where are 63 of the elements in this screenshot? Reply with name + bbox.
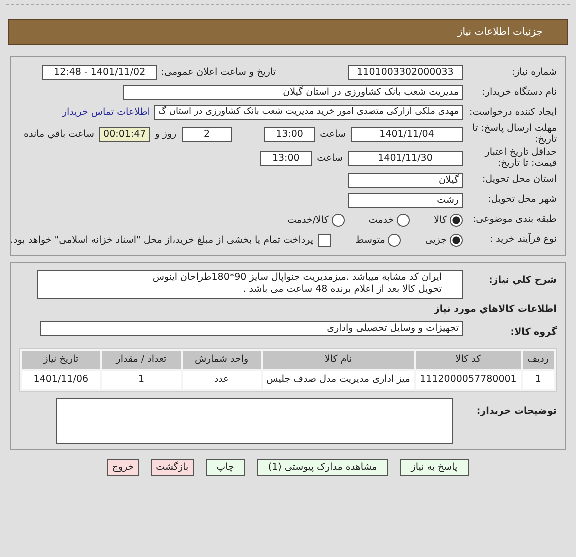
field-label: توضیحات خریدار: <box>476 404 557 418</box>
description-field: ایران کد مشابه میباشد .میزمدیریت جنواپال سایز 90*180طراحان اینوس تحویل کالا بعد از اعلام برنده 48 ساعت می باشد . <box>37 270 463 299</box>
remaining-label: ساعت باقي مانده <box>24 128 94 140</box>
days-label: روز و <box>155 128 177 140</box>
radio-button[interactable] <box>450 234 463 247</box>
remaining-time-field: 00:01:47 <box>99 126 150 142</box>
action-button[interactable]: بازگشت <box>151 458 194 476</box>
time-label: ساعت <box>317 152 343 164</box>
field-label: حداقل تاریخ اعتبار قیمت: تا تاریخ: <box>484 146 557 170</box>
table-cell: 1 <box>102 370 181 389</box>
action-button[interactable]: مشاهده مدارک پیوستی (1) <box>257 458 388 476</box>
announce-date-field: 1401/11/02 - 12:48 <box>42 65 158 80</box>
buyer-field: مدیریت شعب بانک کشاورزی در استان گیلان <box>123 85 463 100</box>
column-header: واحد شمارش <box>182 350 261 369</box>
radio-label: کالا <box>434 214 447 226</box>
column-header: تاریخ نیاز <box>22 350 100 369</box>
field-label: شرح کلي نیاز: <box>488 274 557 286</box>
column-header: ردیف <box>522 350 554 369</box>
radio-label: خدمت <box>368 214 394 226</box>
page-title: جزئیات اطلاعات نیاز <box>458 26 543 38</box>
radio-label: جزیی <box>425 234 447 246</box>
field-label: نام دستگاه خریدار: <box>481 86 557 98</box>
validity-time-field: 13:00 <box>260 150 312 166</box>
time-label: ساعت <box>320 128 346 140</box>
field-label: طبقه بندی موضوعی: <box>472 214 557 226</box>
field-label: گروه کالا: <box>510 326 557 338</box>
field-label: تاریخ و ساعت اعلان عمومی: <box>161 67 276 78</box>
table-cell: میز اداری مدیریت مدل صدف جلیس <box>262 370 414 389</box>
field-label: مهلت ارسال پاسخ: تا تاریخ: <box>472 123 557 146</box>
section-title: اطلاعات کالاهاي مورد نیاز <box>433 304 557 315</box>
radio-label: کالا/خدمت <box>288 214 329 226</box>
radio-button[interactable] <box>388 234 402 247</box>
validity-date-field: 1401/11/30 <box>348 150 463 166</box>
need-number-field: 1101003302000033 <box>348 65 463 80</box>
field-label: شماره نیاز: <box>510 66 557 78</box>
province-field: گیلان <box>348 172 463 188</box>
field-label: استان محل تحویل: <box>481 174 557 186</box>
column-header: کد کالا <box>416 350 521 369</box>
radio-button[interactable] <box>397 214 410 227</box>
table-cell: عدد <box>182 370 261 389</box>
table-cell: 1401/11/06 <box>22 370 100 389</box>
requester-field: مهدی ملکی آزارکی متصدی امور خرید مدیریت شعب بانک کشاورزی در استان گ <box>154 105 463 120</box>
deadline-time-field: 13:00 <box>264 126 316 142</box>
column-header: نام کالا <box>262 350 414 369</box>
deadline-date-field: 1401/11/04 <box>351 126 463 142</box>
checkbox-label: پرداخت تمام یا بخشی از مبلغ خرید،از محل "اسناد خزانه اسلامی" خواهد بود. <box>10 234 314 246</box>
contact-link[interactable]: اطلاعات تماس خریدار <box>62 107 150 118</box>
radio-button[interactable] <box>332 214 345 227</box>
table-cell: 1112000057780001 <box>416 370 521 389</box>
action-button[interactable]: خروج <box>107 458 140 476</box>
goods-group-field: تجهیزات و وسایل تحصیلی واداری <box>40 320 463 336</box>
radio-label: متوسط <box>355 234 386 246</box>
field-label: شهر محل تحویل: <box>487 194 557 206</box>
column-header: تعداد / مقدار <box>102 350 181 369</box>
field-label: نوع فرآیند خرید : <box>488 234 557 246</box>
days-field: 2 <box>182 126 232 142</box>
field-label: ایجاد کننده درخواست: <box>468 106 557 118</box>
table-cell: 1 <box>522 370 554 389</box>
radio-button[interactable] <box>450 214 463 227</box>
action-button[interactable]: پاسخ به نیاز <box>400 458 469 476</box>
city-field: رشت <box>348 192 463 208</box>
checkbox[interactable] <box>318 234 332 247</box>
action-button[interactable]: چاپ <box>206 458 246 476</box>
